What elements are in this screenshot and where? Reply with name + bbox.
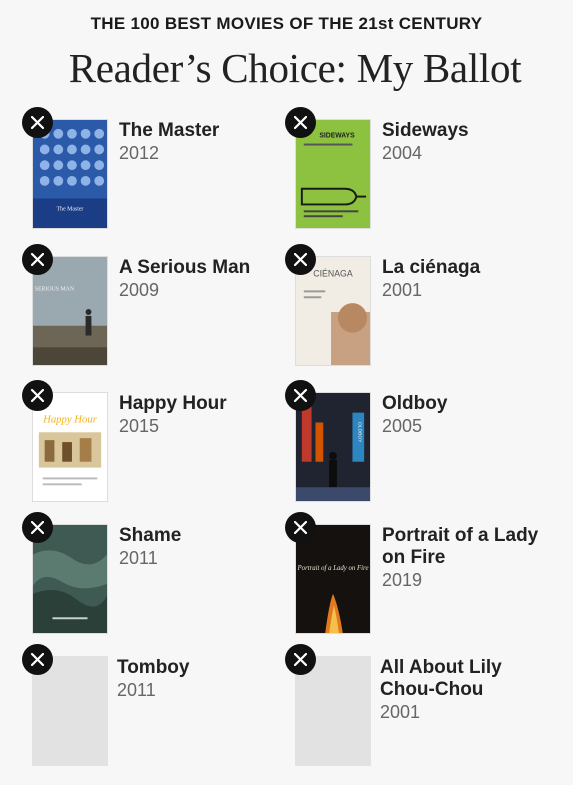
film-title: Happy Hour <box>119 393 227 414</box>
film-year: 2004 <box>382 143 423 163</box>
ballot-entry: The Master The Master 2012 <box>22 107 302 237</box>
ballot-entry: SIDEWAYS Sideways 2004 <box>285 107 565 237</box>
film-title: Oldboy <box>382 393 448 414</box>
ballot-entry: CIÉNAGA La ciénaga 2001 <box>285 244 565 374</box>
film-year: 2012 <box>119 143 160 163</box>
remove-button[interactable] <box>22 380 53 411</box>
remove-button[interactable] <box>22 512 53 543</box>
film-year: 2005 <box>382 416 423 436</box>
ballot-entry: Tomboy 2011 <box>22 644 302 774</box>
film-title: All About Lily Chou-Chou <box>380 657 502 700</box>
remove-button[interactable] <box>285 644 316 675</box>
film-title: Sideways <box>382 120 469 141</box>
ballot-entry: All About Lily Chou-Chou 2001 <box>285 644 565 774</box>
film-title: A Serious Man <box>119 257 251 278</box>
remove-button[interactable] <box>22 107 53 138</box>
close-icon <box>294 521 307 534</box>
close-icon <box>31 253 44 266</box>
film-year: 2001 <box>382 280 423 300</box>
film-title: La ciénaga <box>382 257 481 278</box>
close-icon <box>31 653 44 666</box>
ballot-entry: Happy Hour Happy Hour 2015 <box>22 380 302 510</box>
film-year: 2001 <box>380 702 421 722</box>
page-title: Reader’s Choice: My Ballot <box>68 45 522 91</box>
remove-button[interactable] <box>285 512 316 543</box>
poster-caption: CIÉNAGA <box>313 269 353 279</box>
remove-button[interactable] <box>285 107 316 138</box>
poster-caption: OLDBOY <box>356 422 362 443</box>
film-title: Tomboy <box>117 657 190 678</box>
poster-caption: SERIOUS MAN <box>35 286 75 292</box>
poster-caption: The Master <box>57 206 84 212</box>
film-title: The Master <box>119 120 220 141</box>
close-icon <box>294 389 307 402</box>
poster-caption: SIDEWAYS <box>319 133 355 140</box>
close-icon <box>294 116 307 129</box>
ballot-entry: OLDBOY Oldboy 2005 <box>285 380 565 510</box>
poster-caption: Portrait of a Lady on Fire <box>297 565 369 572</box>
poster-caption: Happy Hour <box>42 413 98 425</box>
page-kicker: THE 100 BEST MOVIES OF THE 21st CENTURY <box>90 14 483 33</box>
film-title: Shame <box>119 525 182 546</box>
film-year: 2011 <box>119 548 158 568</box>
close-icon <box>31 521 44 534</box>
close-icon <box>31 116 44 129</box>
remove-button[interactable] <box>22 644 53 675</box>
close-icon <box>31 389 44 402</box>
film-year: 2015 <box>119 416 160 436</box>
close-icon <box>294 253 307 266</box>
ballot-entry: Portrait of a Lady on Fire Portrait of a… <box>285 512 565 642</box>
film-year: 2011 <box>117 680 156 700</box>
film-year: 2009 <box>119 280 160 300</box>
ballot-entry: SERIOUS MAN A Serious Man 2009 <box>22 244 302 374</box>
film-title: Portrait of a Lady on Fire <box>382 525 539 568</box>
film-year: 2019 <box>382 570 423 590</box>
remove-button[interactable] <box>285 244 316 275</box>
remove-button[interactable] <box>285 380 316 411</box>
close-icon <box>294 653 307 666</box>
ballot-entry: Shame 2011 <box>22 512 302 642</box>
remove-button[interactable] <box>22 244 53 275</box>
